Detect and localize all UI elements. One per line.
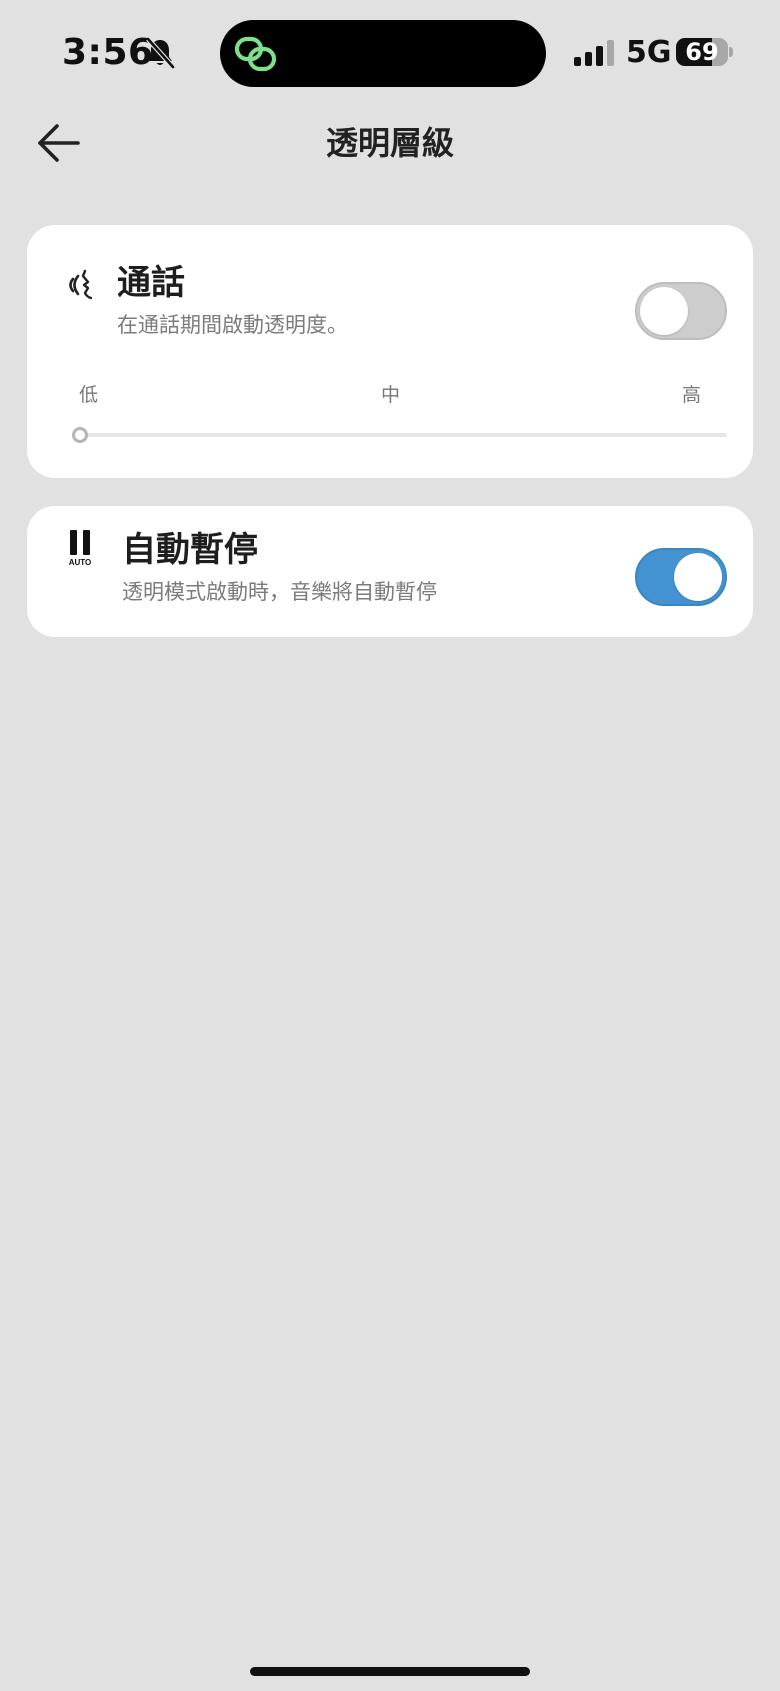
auto-pause-title: 自動暫停 [122, 530, 258, 570]
level-label-high: 高 [682, 384, 702, 406]
voice-call-icon [69, 269, 93, 300]
toggle-knob [640, 287, 688, 335]
auto-icon-caption: AUTO [69, 558, 92, 566]
transparency-level-slider[interactable] [79, 433, 727, 437]
link-app-icon[interactable] [234, 34, 278, 74]
call-transparency-toggle[interactable] [635, 282, 727, 340]
cellular-signal-icon [574, 40, 614, 66]
home-indicator[interactable] [250, 1667, 530, 1676]
call-subtitle: 在通話期間啟動透明度。 [117, 313, 348, 337]
bell-muted-icon [146, 37, 175, 69]
page-title: 透明層級 [325, 124, 454, 162]
auto-pause-icon: AUTO [69, 530, 92, 566]
slider-thumb[interactable] [72, 427, 88, 443]
back-button[interactable] [32, 118, 88, 168]
battery-level: 69 [685, 38, 719, 66]
arrow-left-icon [38, 124, 80, 162]
auto-pause-toggle[interactable] [635, 548, 727, 606]
network-type: 5G [626, 35, 672, 70]
auto-pause-card: AUTO 自動暫停 透明模式啟動時，音樂將自動暫停 [27, 506, 753, 637]
status-time: 3:56 [62, 32, 154, 73]
status-bar: 3:56 5G 69 [0, 0, 780, 100]
level-label-low: 低 [79, 384, 99, 406]
dynamic-island[interactable] [220, 20, 546, 87]
toggle-knob [674, 553, 722, 601]
battery-icon: 69 [676, 38, 733, 66]
call-transparency-card: 通話 在通話期間啟動透明度。 低 中 高 [27, 225, 753, 478]
call-title: 通話 [117, 263, 185, 303]
level-label-mid: 中 [381, 384, 401, 406]
nav-header: 透明層級 [0, 110, 780, 176]
auto-pause-subtitle: 透明模式啟動時，音樂將自動暫停 [122, 580, 437, 604]
